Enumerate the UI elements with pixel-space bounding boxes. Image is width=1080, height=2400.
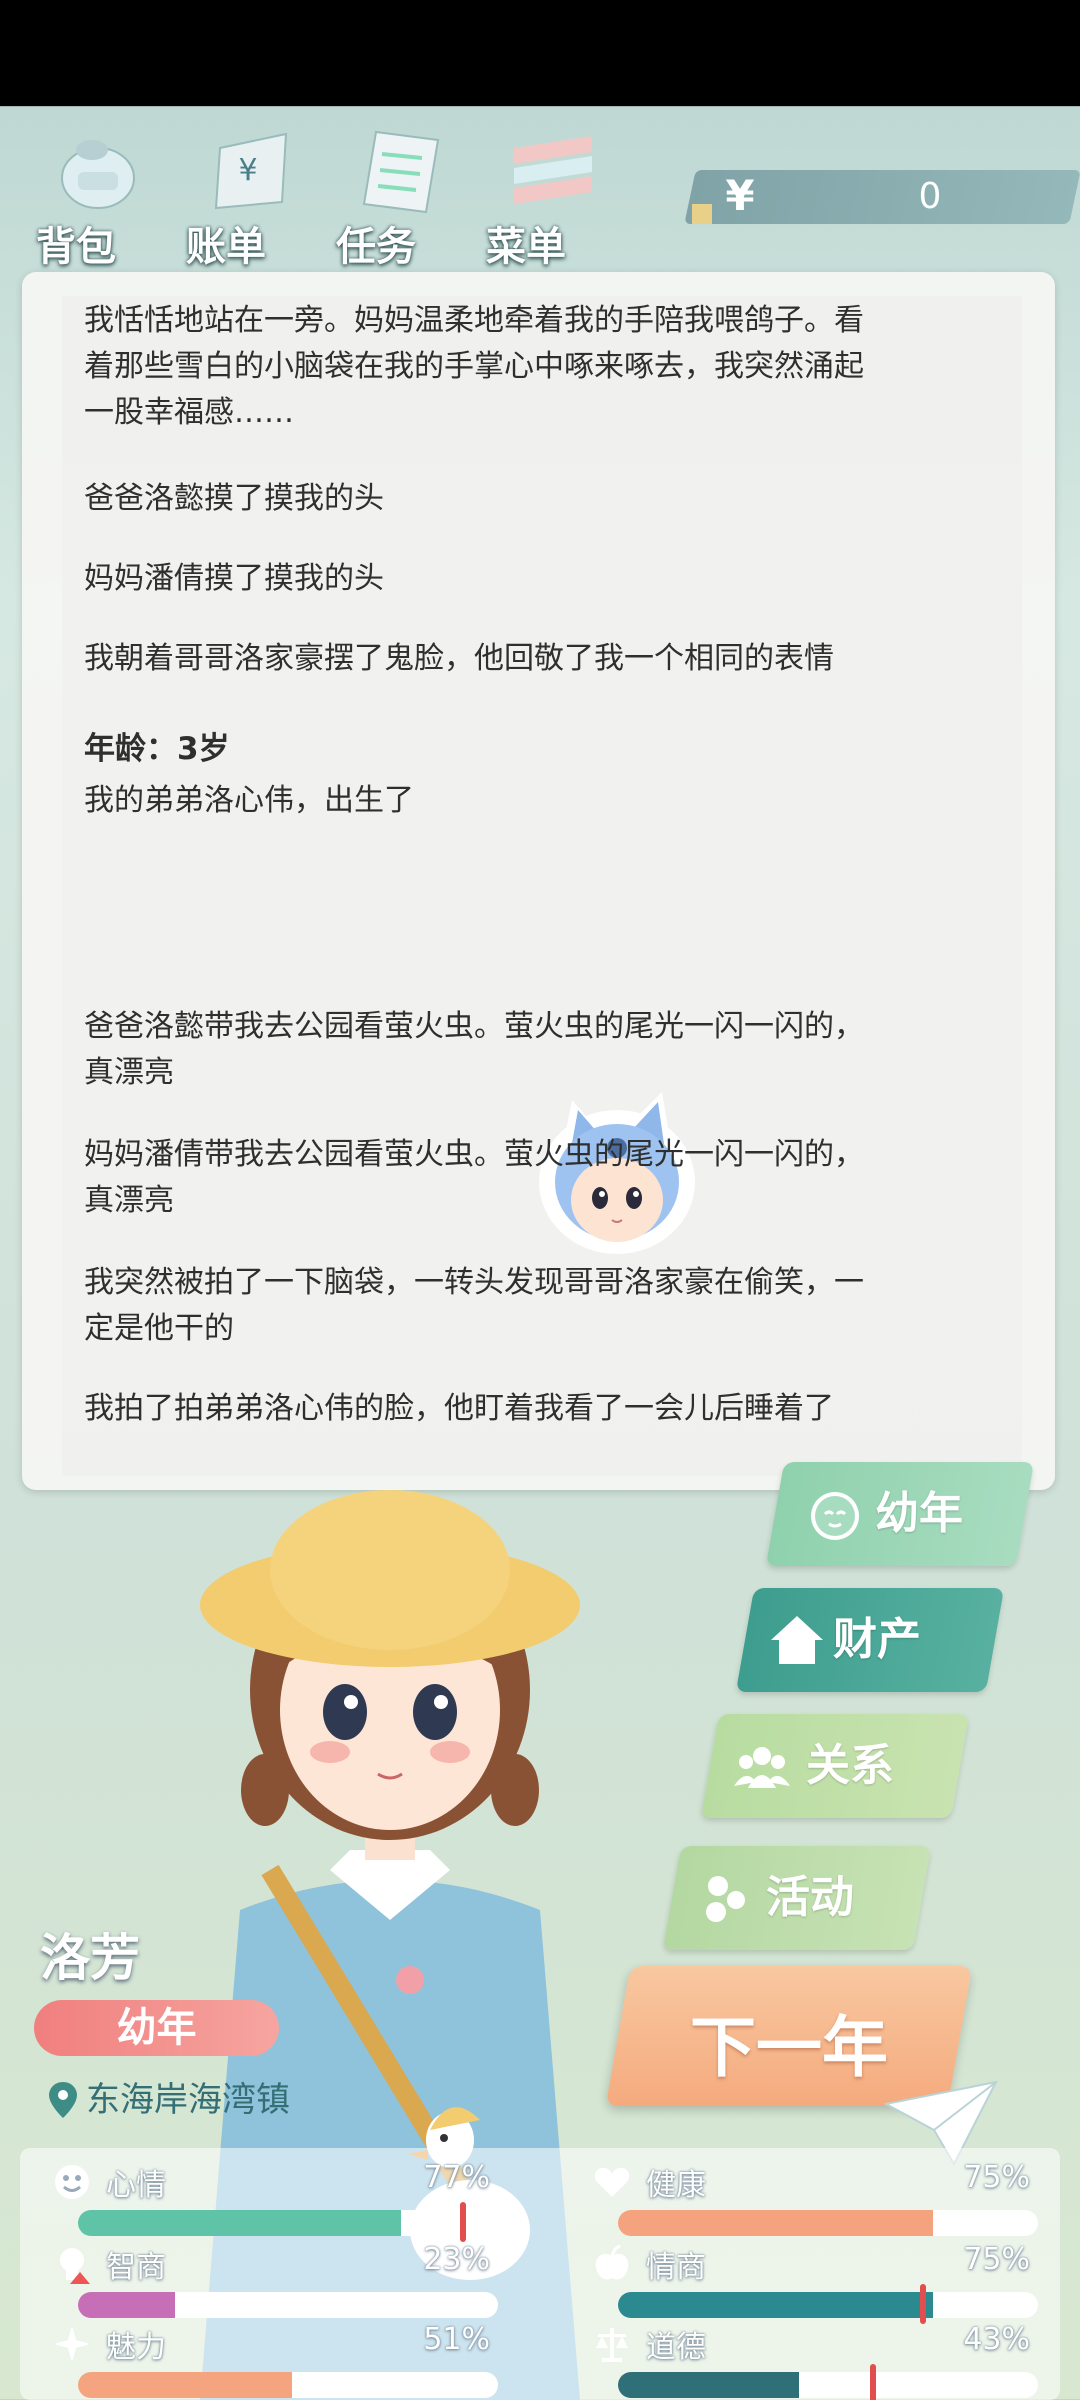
stat-bar-fill: [78, 2292, 175, 2318]
stat-marker: [920, 2284, 926, 2324]
story-line: 真漂亮: [84, 1055, 174, 1090]
backpack-icon: [61, 140, 135, 209]
stats-panel: 心情 77% 健康 75% 智商 23% 情商 75% 魅力 51% 道德 43…: [20, 2148, 1060, 2400]
story-line: 定是他干的: [84, 1311, 234, 1346]
status-bar: [0, 0, 1080, 106]
stat-bar: [78, 2292, 498, 2318]
money-value: 0: [918, 176, 942, 217]
stat-percent: 51%: [423, 2322, 490, 2357]
story-line: 我恬恬地站在一旁。妈妈温柔地牵着我的手陪我喂鸽子。看: [84, 303, 864, 338]
backpack-label: 背包: [36, 224, 116, 270]
stat-name: 情商: [646, 2250, 706, 2285]
menu-label: 菜单: [486, 224, 566, 270]
story-log[interactable]: 我恬恬地站在一旁。妈妈温柔地牵着我的手陪我喂鸽子。看 着那些雪白的小脑袋在我的手…: [62, 296, 1022, 1476]
stat-percent: 77%: [423, 2160, 490, 2195]
stat-bar: [78, 2210, 498, 2236]
stage-badge: 幼年: [34, 2000, 279, 2056]
story-line: 我拍了拍弟弟洛心伟的脸，他盯着我看了一会儿后睡着了: [84, 1391, 834, 1426]
sparkle-icon: [54, 2326, 90, 2362]
stat-charm: 魅力 51%: [40, 2320, 498, 2400]
coin-icon: [692, 204, 712, 224]
story-panel[interactable]: 我恬恬地站在一旁。妈妈温柔地牵着我的手陪我喂鸽子。看 着那些雪白的小脑袋在我的手…: [22, 272, 1055, 1490]
stat-percent: 75%: [963, 2160, 1030, 2195]
stage-button[interactable]: 幼年: [765, 1462, 1035, 1566]
bill-label: 账单: [186, 224, 266, 270]
stat-mood: 心情 77%: [40, 2158, 498, 2242]
activities-icon: [706, 1876, 745, 1922]
stat-marker: [870, 2364, 876, 2400]
activities-button-label: 活动: [766, 1872, 854, 1923]
smiley-icon: [55, 2165, 89, 2199]
stat-name: 健康: [646, 2168, 706, 2203]
stat-percent: 43%: [963, 2322, 1030, 2357]
story-line: 我突然被拍了一下脑袋，一转头发现哥哥洛家豪在偷笑，一: [84, 1265, 864, 1300]
stat-name: 智商: [106, 2250, 166, 2285]
stat-eq: 情商 75%: [580, 2240, 1038, 2324]
task-label: 任务: [336, 224, 416, 270]
relations-button-label: 关系: [806, 1740, 894, 1791]
scale-icon: [596, 2328, 628, 2362]
menu-icon: [514, 136, 592, 204]
property-button[interactable]: 财产: [735, 1588, 1005, 1692]
stat-bar-fill: [618, 2372, 799, 2398]
story-line: 一股幸福感……: [84, 395, 294, 430]
relations-button[interactable]: 关系: [700, 1714, 970, 1818]
activities-button[interactable]: 活动: [662, 1846, 932, 1950]
stat-health: 健康 75%: [580, 2158, 1038, 2238]
stat-morality: 道德 43%: [580, 2320, 1038, 2400]
yuan-icon: ¥: [725, 171, 755, 220]
stat-name: 心情: [106, 2168, 166, 2203]
stat-bar: [618, 2292, 1038, 2318]
menu-button[interactable]: 菜单: [480, 120, 610, 270]
stat-bar-fill: [78, 2372, 293, 2398]
story-line: 妈妈潘倩摸了摸我的头: [84, 561, 384, 596]
character-name: 洛芳: [40, 1929, 140, 1987]
stat-bar: [618, 2372, 1038, 2398]
task-button[interactable]: 任务: [330, 120, 460, 270]
svg-text:¥: ¥: [238, 153, 257, 188]
bill-button[interactable]: ¥ 账单: [180, 120, 310, 270]
story-line: 我朝着哥哥洛家豪摆了鬼脸，他回敬了我一个相同的表情: [84, 641, 834, 676]
next-year-label: 下一年: [690, 2009, 888, 2086]
stat-marker: [460, 2202, 466, 2242]
stat-name: 道德: [646, 2330, 706, 2365]
people-icon: [734, 1747, 790, 1788]
baby-face-icon: [811, 1492, 859, 1540]
backpack-button[interactable]: 背包: [30, 120, 160, 270]
stat-percent: 75%: [963, 2242, 1030, 2277]
age-heading: 年龄：3岁: [84, 731, 230, 767]
stat-bar: [78, 2372, 498, 2398]
lightbulb-icon: [60, 2248, 90, 2284]
stat-bar-fill: [618, 2292, 933, 2318]
location-label: 东海岸海湾镇: [86, 2080, 290, 2120]
stat-percent: 23%: [423, 2242, 490, 2277]
heart-icon: [594, 2167, 630, 2197]
property-button-label: 财产: [833, 1614, 921, 1665]
house-icon: [771, 1616, 823, 1664]
stage-button-label: 幼年: [875, 1488, 963, 1539]
stat-bar-fill: [618, 2210, 933, 2236]
story-line: 真漂亮: [84, 1183, 174, 1218]
stat-name: 魅力: [106, 2330, 166, 2365]
stat-bar-fill: [78, 2210, 402, 2236]
story-line: 我的弟弟洛心伟，出生了: [84, 783, 414, 818]
story-line: 爸爸洛懿摸了摸我的头: [84, 481, 384, 516]
story-line: 妈妈潘倩带我去公园看萤火虫。萤火虫的尾光一闪一闪的，: [84, 1137, 864, 1172]
stat-iq: 智商 23%: [40, 2240, 498, 2320]
story-line: 爸爸洛懿带我去公园看萤火虫。萤火虫的尾光一闪一闪的，: [84, 1009, 864, 1044]
story-line: 着那些雪白的小脑袋在我的手掌心中啄来啄去，我突然涌起: [84, 349, 864, 384]
bill-icon: ¥: [214, 132, 288, 210]
apple-icon: [595, 2244, 629, 2280]
stat-bar: [618, 2210, 1038, 2236]
task-icon: [362, 130, 440, 214]
